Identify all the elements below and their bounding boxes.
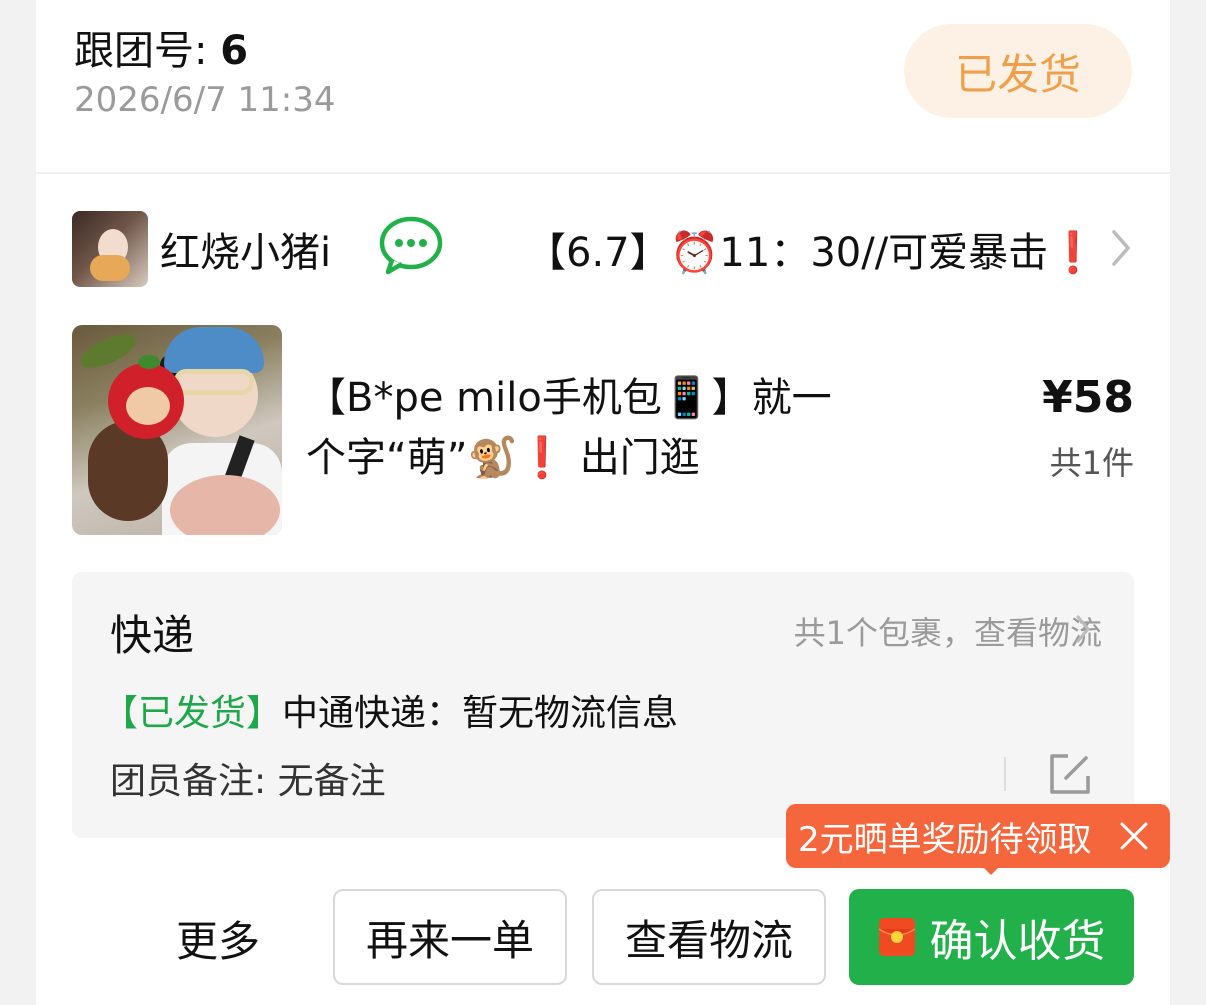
shipping-status: 【已发货】中通快递：暂无物流信息 — [102, 684, 678, 736]
reward-tooltip-text: 2元晒单奖励待领取 — [798, 819, 1092, 860]
order-status-badge: 已发货 — [904, 24, 1132, 118]
wechat-chat-icon[interactable] — [378, 216, 444, 276]
order-time: 2026/6/7 11:34 — [74, 80, 336, 120]
chevron-right-icon[interactable] — [1106, 226, 1136, 270]
group-title[interactable]: 【6.7】⏰11：30//可爱暴击❗ — [526, 220, 1086, 276]
shipping-status-text: 中通快递：暂无物流信息 — [282, 693, 679, 734]
member-note: 团员备注: 无备注 — [110, 761, 386, 802]
group-number-label: 跟团号: — [74, 28, 208, 74]
confirm-receipt-label: 确认收货 — [929, 916, 1106, 967]
red-envelope-icon — [878, 918, 915, 956]
divider — [36, 172, 1170, 174]
product-title[interactable]: 【B*pe milo手机包📱】就一个字“萌”🐒❗ 出门逛 — [306, 368, 866, 488]
confirm-receipt-button[interactable]: 确认收货 — [849, 889, 1134, 985]
close-icon[interactable] — [1116, 818, 1152, 854]
product-quantity: 共1件 — [1049, 444, 1134, 482]
more-button[interactable]: 更多 — [176, 908, 260, 969]
reorder-button[interactable]: 再来一单 — [333, 889, 567, 985]
edit-icon[interactable] — [1046, 750, 1094, 798]
group-number-line: 跟团号: 6 — [74, 18, 248, 76]
leader-avatar[interactable] — [72, 211, 148, 287]
view-logistics-link[interactable]: 共1个包裹，查看物流 — [712, 608, 1102, 654]
track-logistics-button[interactable]: 查看物流 — [592, 889, 826, 985]
product-price: ¥58 — [1042, 372, 1134, 423]
divider — [1004, 757, 1006, 791]
shipping-status-tag: 【已发货】 — [102, 693, 283, 734]
leader-name[interactable]: 红烧小猪i — [160, 220, 352, 276]
tooltip-arrow — [982, 866, 1000, 875]
reward-tooltip[interactable]: 2元晒单奖励待领取 — [786, 804, 1170, 868]
product-image[interactable] — [72, 325, 282, 535]
group-number: 6 — [220, 28, 249, 74]
shipping-label: 快递 — [110, 611, 195, 660]
chevron-right-icon[interactable] — [1072, 612, 1094, 646]
order-card: 跟团号: 6 2026/6/7 11:34 已发货 红烧小猪i 【6.7】⏰11… — [36, 0, 1170, 1005]
